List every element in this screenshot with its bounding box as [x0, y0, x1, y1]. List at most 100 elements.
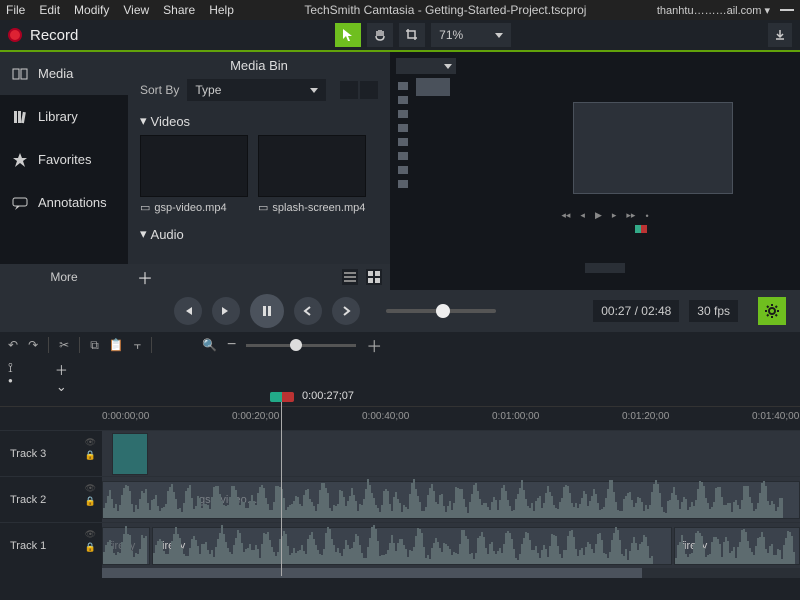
cut-button[interactable]: ✂ — [59, 338, 69, 352]
menu-file[interactable]: File — [6, 3, 25, 17]
tab-more-label: More — [50, 270, 77, 284]
bin-view-toggle-2[interactable] — [366, 269, 382, 285]
lock-icon[interactable]: 🔒 — [85, 542, 96, 553]
crop-tool[interactable] — [399, 23, 425, 47]
menu-edit[interactable]: Edit — [39, 3, 60, 17]
playhead[interactable] — [270, 392, 294, 402]
track-marker-icon[interactable]: ⟟ — [8, 360, 13, 376]
add-media-button[interactable]: ＋ — [136, 268, 154, 286]
volume-slider[interactable] — [386, 309, 496, 313]
preview-mode-select[interactable] — [396, 58, 456, 74]
eye-icon[interactable]: 👁 — [85, 483, 96, 494]
section-audio-label: Audio — [151, 227, 184, 242]
timeline-clip[interactable]: firefly — [674, 527, 800, 565]
section-videos[interactable]: ▾ Videos — [140, 113, 378, 129]
tab-library[interactable]: Library — [0, 95, 128, 138]
view-detail-button[interactable] — [360, 81, 378, 99]
download-button[interactable] — [768, 23, 792, 47]
timeline-ruler[interactable]: 0:00:00;00 0:00:20;00 0:00:40;00 0:01:00… — [0, 406, 800, 430]
timeline-clip[interactable]: firefly — [102, 527, 150, 565]
track-lane[interactable]: gsp-video… — [102, 477, 800, 522]
media-item[interactable]: ▭splash-screen.mp4 — [258, 135, 366, 214]
lock-icon[interactable]: 🔒 — [85, 450, 96, 461]
sort-dropdown[interactable]: Type — [187, 79, 326, 101]
track-lane[interactable] — [102, 431, 800, 476]
pan-tool[interactable] — [367, 23, 393, 47]
redo-button[interactable]: ↷ — [28, 338, 38, 352]
zoom-in-button[interactable]: ＋ — [366, 333, 382, 357]
pv-prev-icon[interactable]: ◂◂ — [561, 210, 570, 221]
menu-share[interactable]: Share — [163, 3, 195, 17]
tab-favorites[interactable]: Favorites — [0, 138, 128, 181]
eye-icon[interactable]: 👁 — [85, 529, 96, 540]
slider-thumb[interactable] — [290, 339, 302, 351]
record-button[interactable]: Record — [8, 27, 78, 44]
timeline-clip[interactable] — [112, 433, 148, 475]
pv-tool-icon[interactable] — [398, 180, 408, 188]
tab-more[interactable]: More — [0, 264, 128, 290]
fps-display[interactable]: 30 fps — [689, 300, 738, 322]
chevron-down-icon — [495, 33, 503, 38]
pv-tool-icon[interactable] — [398, 124, 408, 132]
pv-step-fwd-icon[interactable]: ▸ — [612, 210, 617, 221]
preview-scrollbar[interactable] — [585, 263, 625, 273]
paste-button[interactable]: 📋 — [109, 338, 124, 352]
preview-canvas[interactable] — [573, 102, 733, 194]
tab-annotations-label: Annotations — [38, 195, 107, 210]
pv-step-back-icon[interactable]: ◂ — [580, 210, 585, 221]
media-name: splash-screen.mp4 — [272, 202, 365, 214]
main-toolbar: Record 71% — [0, 20, 800, 52]
minimize-icon[interactable] — [780, 9, 794, 11]
account-email[interactable]: thanhtu………ail.com ▾ — [657, 4, 770, 17]
zoom-select[interactable]: 71% — [431, 23, 511, 47]
zoom-out-button[interactable]: − — [227, 336, 236, 354]
timeline-zoom-slider[interactable] — [246, 344, 356, 347]
pv-tool-icon[interactable] — [398, 96, 408, 104]
scrollbar-thumb[interactable] — [102, 568, 642, 578]
menu-help[interactable]: Help — [209, 3, 234, 17]
zoom-fit-button[interactable]: 🔍 — [202, 338, 217, 352]
settings-button[interactable] — [758, 297, 786, 325]
menu-bar: File Edit Modify View Share Help TechSmi… — [0, 0, 800, 20]
pv-next-icon[interactable]: ▸▸ — [626, 210, 635, 221]
tab-media[interactable]: Media — [0, 52, 128, 95]
track-label[interactable]: Track 2👁🔒 — [0, 477, 102, 522]
copy-button[interactable]: ⧉ — [90, 338, 99, 353]
eye-icon[interactable]: 👁 — [85, 437, 96, 448]
timeline-clip[interactable]: firefly — [152, 527, 672, 565]
track-lane[interactable]: firefly firefly firefly — [102, 523, 800, 568]
track-dot-icon[interactable]: ● — [8, 376, 13, 385]
split-button[interactable]: ⫟ — [134, 338, 141, 353]
pv-play-icon[interactable]: ▶ — [595, 210, 602, 221]
menu-view[interactable]: View — [123, 3, 149, 17]
pv-tool-icon[interactable] — [398, 166, 408, 174]
slider-thumb[interactable] — [436, 304, 450, 318]
pause-button[interactable] — [250, 294, 284, 328]
cursor-tool[interactable] — [335, 23, 361, 47]
timeline-scrollbar[interactable] — [0, 568, 800, 578]
pv-tool-icon[interactable] — [398, 138, 408, 146]
media-item[interactable]: ▭gsp-video.mp4 — [140, 135, 248, 214]
view-list-button[interactable] — [340, 81, 358, 99]
prev-frame-button[interactable] — [174, 297, 202, 325]
track-label[interactable]: Track 3👁🔒 — [0, 431, 102, 476]
expand-tracks-button[interactable]: ⌄ — [56, 379, 67, 395]
pv-tool-icon[interactable] — [398, 82, 408, 90]
pv-dot-icon[interactable]: • — [645, 211, 648, 221]
next-marker-button[interactable] — [332, 297, 360, 325]
pv-tool-icon[interactable] — [398, 152, 408, 160]
next-frame-button[interactable] — [212, 297, 240, 325]
add-track-button[interactable]: ＋ — [55, 360, 68, 379]
menu-modify[interactable]: Modify — [74, 3, 109, 17]
pv-tool-icon[interactable] — [398, 110, 408, 118]
undo-button[interactable]: ↶ — [8, 338, 18, 352]
lock-icon[interactable]: 🔒 — [85, 496, 96, 507]
track-label[interactable]: Track 1👁🔒 — [0, 523, 102, 568]
bin-view-toggle-1[interactable] — [342, 269, 358, 285]
prev-marker-button[interactable] — [294, 297, 322, 325]
section-audio[interactable]: ▾ Audio — [140, 226, 378, 242]
tab-annotations[interactable]: Annotations — [0, 181, 128, 224]
timeline-clip[interactable]: gsp-video… — [102, 481, 800, 519]
preview-marker[interactable] — [635, 225, 647, 233]
sort-label: Sort By — [140, 83, 179, 97]
